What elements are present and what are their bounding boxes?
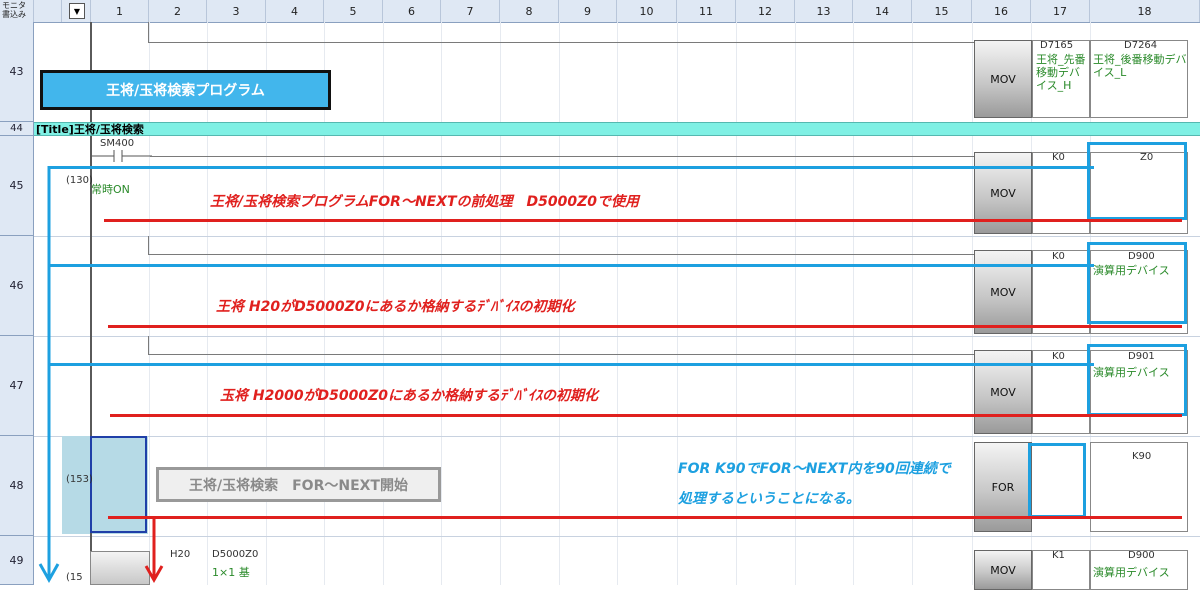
operand-d5000z0: D5000Z0 [212, 549, 259, 560]
contact-label-sm400: SM400 [100, 138, 135, 149]
branch-wire [148, 336, 149, 354]
red-underline [110, 414, 1182, 417]
mov-instruction-r43[interactable]: MOV [974, 40, 1032, 118]
column-header-2[interactable]: 2 [149, 0, 207, 22]
column-header-7[interactable]: 7 [441, 0, 500, 22]
header-blank [34, 0, 62, 22]
operand-box[interactable] [1032, 250, 1090, 334]
monitor-write-label: モニタ書込み [0, 0, 34, 22]
blue-guide-line [50, 166, 1094, 169]
red-underline [104, 219, 1182, 222]
operand-k1: K1 [1052, 550, 1065, 561]
d900-highlight-box [1087, 242, 1187, 324]
column-header-18[interactable]: 18 [1090, 0, 1200, 22]
mov-instruction-r49[interactable]: MOV [974, 550, 1032, 590]
operand-d900: D900 [1128, 550, 1155, 561]
column-header-5[interactable]: 5 [324, 0, 383, 22]
column-header-15[interactable]: 15 [912, 0, 972, 22]
column-header-12[interactable]: 12 [736, 0, 795, 22]
column-header-4[interactable]: 4 [266, 0, 324, 22]
d901-highlight-box [1087, 344, 1187, 416]
normally-open-contact-icon[interactable] [92, 149, 152, 163]
rung-wire [148, 42, 974, 43]
grid-line [617, 22, 618, 585]
row-header-43[interactable]: 43 [0, 22, 34, 122]
blue-down-arrow-icon [38, 166, 60, 584]
column-header-9[interactable]: 9 [559, 0, 617, 22]
column-header-10[interactable]: 10 [617, 0, 677, 22]
column-header-13[interactable]: 13 [795, 0, 853, 22]
dropdown-arrow-icon[interactable]: ▼ [69, 3, 85, 19]
column-header-17[interactable]: 17 [1031, 0, 1090, 22]
operand-k0: K0 [1052, 152, 1065, 163]
column-header: モニタ書込み ▼ 1 2 3 4 5 6 7 8 9 10 11 12 13 14 15 16 17 18 [0, 0, 1200, 23]
red-down-arrow-icon [144, 518, 164, 584]
step-number: (15 [66, 572, 83, 583]
contact-label-h20: H20 [170, 549, 191, 560]
operand-k90: K90 [1132, 451, 1152, 462]
step-number: (130) [66, 175, 93, 186]
branch-wire [148, 22, 149, 42]
device-comment: 演算用デバイス [1093, 566, 1170, 579]
device-comment: 1×1 基 [212, 566, 250, 579]
column-header-11[interactable]: 11 [677, 0, 736, 22]
step-number: (153) [66, 474, 93, 485]
blue-guide-line [50, 363, 1094, 366]
column-header-6[interactable]: 6 [383, 0, 441, 22]
operand-k0: K0 [1052, 351, 1065, 362]
row-header-45[interactable]: 45 [0, 136, 34, 236]
grid-line [912, 22, 913, 585]
title-strip: [Title]王将/玉将検索 [34, 122, 1200, 136]
branch-wire [148, 236, 149, 254]
row-header-47[interactable]: 47 [0, 336, 34, 436]
z0-highlight-box [1087, 142, 1187, 220]
row-header-49[interactable]: 49 [0, 536, 34, 585]
annotation-r47: 玉将 H2000がD5000Z0にあるか格納するﾃﾞﾊﾞｲｽの初期化 [220, 388, 599, 404]
for-highlight-box [1028, 443, 1086, 518]
operand-d7264: D7264 [1124, 40, 1158, 51]
rung-wire [148, 354, 974, 355]
row-header-44[interactable]: 44 [0, 122, 34, 136]
red-underline [108, 516, 1182, 519]
blue-guide-line [50, 264, 1094, 267]
contact-comment: 常時ON [91, 183, 130, 196]
contact-cell-r49[interactable] [90, 551, 150, 585]
column-header-8[interactable]: 8 [500, 0, 559, 22]
column-header-1[interactable]: 1 [91, 0, 149, 22]
annotation-r46: 王将 H20がD5000Z0にあるか格納するﾃﾞﾊﾞｲｽの初期化 [216, 299, 575, 315]
program-banner: 王将/玉将検索プログラム [40, 70, 331, 110]
row-header-48[interactable]: 48 [0, 436, 34, 536]
operand-box[interactable] [1090, 40, 1188, 118]
row-divider [34, 436, 1200, 437]
mov-instruction-r46[interactable]: MOV [974, 250, 1032, 334]
grid-line [972, 22, 973, 585]
column-header-3[interactable]: 3 [207, 0, 266, 22]
for-explanation-line1: FOR K90でFOR～NEXT内を90回連続で [678, 461, 951, 477]
row-header-46[interactable]: 46 [0, 236, 34, 336]
device-comment: 王将_後番移動デバイス_L [1093, 53, 1187, 79]
for-next-start-label: 王将/玉将検索 FOR～NEXT開始 [156, 467, 441, 502]
device-comment: 王将_先番移動デバイス_H [1036, 53, 1086, 92]
red-underline [108, 325, 1182, 328]
for-explanation-line2: 処理するということになる。 [678, 491, 860, 507]
row-divider [34, 236, 1200, 237]
annotation-r45: 王将/玉将検索プログラムFOR～NEXTの前処理 D5000Z0で使用 [210, 194, 640, 210]
rung-wire [148, 254, 974, 255]
operand-d7165: D7165 [1040, 40, 1074, 51]
row-divider [34, 336, 1200, 337]
column-header-14[interactable]: 14 [853, 0, 912, 22]
row-divider [34, 536, 1200, 537]
column-header-16[interactable]: 16 [972, 0, 1031, 22]
operand-k0: K0 [1052, 251, 1065, 262]
rung-wire [150, 156, 974, 157]
